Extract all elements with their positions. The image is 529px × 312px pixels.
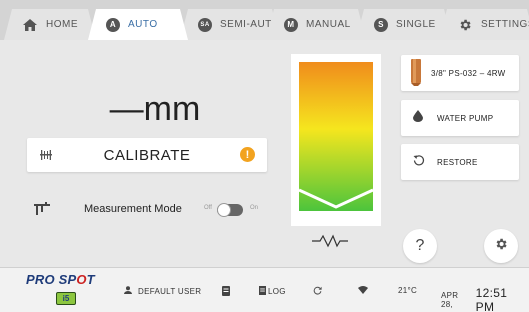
user-indicator[interactable]: DEFAULT USER xyxy=(124,286,201,296)
toggle-knob xyxy=(217,203,231,217)
document-icon[interactable] xyxy=(222,286,230,296)
logo-wordmark: PRO SPOT xyxy=(26,272,95,287)
tab-semi-auto[interactable]: SA SEMI-AUTO xyxy=(180,9,280,40)
tab-home[interactable]: HOME xyxy=(4,9,96,40)
date-text: APR 28, xyxy=(441,291,459,309)
electrode-tip-label: 3/8" PS-032 – 4RW xyxy=(431,68,506,78)
warning-icon: ! xyxy=(240,147,255,162)
restore-button[interactable]: RESTORE xyxy=(401,144,519,180)
water-pump-button[interactable]: WATER PUMP xyxy=(401,100,519,136)
tab-single-label: SINGLE xyxy=(396,19,436,30)
gauge-fill xyxy=(299,62,373,211)
main-panel: —mm CALIBRATE ! Measurement Mode Off On … xyxy=(0,40,529,267)
tab-auto[interactable]: A AUTO xyxy=(88,9,188,40)
log-icon xyxy=(259,286,266,297)
help-button[interactable]: ? xyxy=(403,229,437,263)
gear-icon xyxy=(494,237,508,256)
temperature-readout: 21°C xyxy=(398,286,418,295)
measurement-mode-row: Measurement Mode Off On xyxy=(34,200,274,220)
refresh-icon[interactable] xyxy=(313,286,322,295)
restore-icon xyxy=(413,153,425,171)
weld-level-gauge xyxy=(291,54,381,226)
tab-manual[interactable]: M MANUAL xyxy=(266,9,366,40)
toggle-off-label: Off xyxy=(204,205,212,211)
gear-icon xyxy=(457,18,473,32)
water-drop-icon xyxy=(413,109,423,127)
electrode-tip-button[interactable]: 3/8" PS-032 – 4RW xyxy=(401,55,519,91)
measurement-mode-label: Measurement Mode xyxy=(84,203,182,215)
pro-spot-logo: PRO SPOT i5 xyxy=(26,272,106,308)
tab-home-label: HOME xyxy=(46,19,78,30)
wifi-icon[interactable] xyxy=(358,286,368,294)
pulse-waveform-icon xyxy=(312,234,348,253)
weld-gun-icon xyxy=(34,202,50,221)
logo-model-badge: i5 xyxy=(56,292,76,305)
restore-label: RESTORE xyxy=(437,157,478,167)
single-badge-icon: S xyxy=(374,18,388,32)
calibrate-button[interactable]: CALIBRATE ! xyxy=(27,138,267,172)
tab-settings-label: SETTINGS xyxy=(480,19,528,30)
mode-tab-bar: HOME A AUTO SA SEMI-AUTO M MANUAL S SING… xyxy=(0,0,529,40)
manual-badge-icon: M xyxy=(284,18,298,32)
toggle-on-label: On xyxy=(250,205,259,211)
gauge-graphic xyxy=(298,62,374,211)
settings-button[interactable] xyxy=(484,229,518,263)
tab-auto-label: AUTO xyxy=(128,19,158,30)
measurement-readout: —mm xyxy=(109,90,201,128)
calibrate-label: CALIBRATE xyxy=(103,146,191,164)
semi-auto-badge-icon: SA xyxy=(198,18,212,32)
tab-manual-label: MANUAL xyxy=(306,19,351,30)
user-name: DEFAULT USER xyxy=(138,286,202,296)
datetime-readout: APR 28, 12:51 PM xyxy=(441,286,529,312)
time-text: 12:51 PM xyxy=(475,286,508,312)
electrode-tip-icon xyxy=(408,59,424,86)
water-pump-label: WATER PUMP xyxy=(437,113,494,123)
status-footer: PRO SPOT i5 DEFAULT USER LOG 21°C APR 28… xyxy=(0,267,529,312)
home-icon xyxy=(22,18,38,32)
footer-divider xyxy=(0,267,529,268)
log-button[interactable]: LOG xyxy=(259,286,286,297)
measurement-mode-toggle[interactable] xyxy=(217,203,243,217)
log-label: LOG xyxy=(268,287,286,296)
tab-single[interactable]: S SINGLE xyxy=(356,9,452,40)
user-icon xyxy=(124,286,132,296)
tab-settings[interactable]: SETTINGS xyxy=(439,9,529,40)
auto-badge-icon: A xyxy=(106,18,120,32)
